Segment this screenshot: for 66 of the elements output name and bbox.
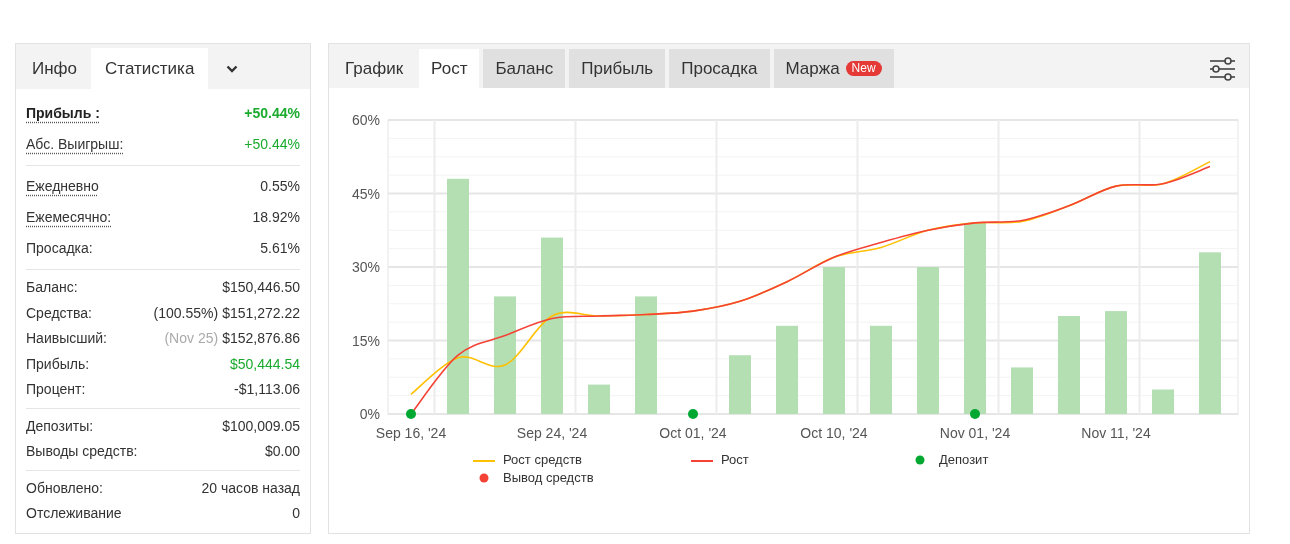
stat-value: 0.55% xyxy=(260,177,300,196)
y-axis-label: 0% xyxy=(359,406,380,422)
tab[interactable]: Маржа New xyxy=(773,49,894,88)
y-axis-label: 30% xyxy=(351,259,380,275)
legend-label: Вывод средств xyxy=(503,469,594,488)
stat-label: Депозиты: xyxy=(26,416,94,436)
x-axis-label: Nov 11, '24 xyxy=(1081,425,1151,441)
stat-value: $0.00 xyxy=(264,442,300,462)
stat-label: Наивысший: xyxy=(26,329,107,349)
stat-value: 18.92% xyxy=(252,208,300,227)
tab[interactable]: График xyxy=(333,49,416,88)
y-axis-label: 15% xyxy=(351,332,380,349)
y-axis-label: 60% xyxy=(351,112,380,128)
bar xyxy=(1152,389,1174,414)
stat-value: -$1,113.06 xyxy=(234,380,300,400)
stat-value: $150,446.50 xyxy=(222,278,300,298)
legend-line-icon xyxy=(691,459,713,462)
tab[interactable]: Просадка xyxy=(669,49,770,88)
stat-label: Абс. Выигрыш: xyxy=(26,135,124,154)
stat-label: Прибыль : xyxy=(26,104,100,123)
stat-label: Средства: xyxy=(26,303,92,323)
tab[interactable]: Инфо xyxy=(18,48,92,89)
legend-dot-icon xyxy=(479,473,489,483)
stat-note: (100.55%) xyxy=(153,303,219,323)
stat-value: 5.61% xyxy=(260,239,300,258)
x-axis-label: Sep 16, '24 xyxy=(375,425,447,441)
stat-label: Просадка: xyxy=(26,239,93,258)
stat-label: Выводы средств: xyxy=(26,442,138,462)
stat-value: $100,009.05 xyxy=(222,416,300,436)
stat-value: $151,272.22 xyxy=(222,303,300,323)
stat-value: 0 xyxy=(292,504,300,524)
new-badge: New xyxy=(845,61,882,76)
stat-label: Отслеживание xyxy=(26,504,122,524)
x-axis-label: Sep 24, '24 xyxy=(516,425,588,441)
stat-label: Обновлено: xyxy=(26,478,103,498)
legend-label: Депозит xyxy=(939,451,989,470)
x-axis-label: Nov 01, '24 xyxy=(939,425,1011,441)
stat-value: +50.44% xyxy=(244,104,300,123)
stat-label: Ежедневно xyxy=(26,177,99,196)
marker-dot xyxy=(970,409,980,419)
stat-label: Процент: xyxy=(26,380,86,400)
legend-label: Рост средств xyxy=(503,451,582,470)
tab[interactable]: Прибыль xyxy=(569,49,666,88)
stat-value: $50,444.54 xyxy=(229,354,300,374)
stat-value: 20 часов назад xyxy=(201,478,300,498)
stat-note: (Nov 25) xyxy=(164,329,219,349)
tab[interactable]: Рост xyxy=(419,49,480,88)
stat-label: Баланс: xyxy=(26,278,78,298)
tab[interactable]: Баланс xyxy=(483,49,566,88)
legend-label: Рост xyxy=(721,451,749,470)
bar xyxy=(588,384,610,414)
marker-dot xyxy=(406,409,416,419)
legend-line-icon xyxy=(473,459,495,462)
stat-value: $152,876.86 xyxy=(222,329,300,349)
legend-dot-icon xyxy=(915,455,925,465)
bar xyxy=(729,355,751,414)
marker-dot xyxy=(688,409,698,419)
stat-label: Прибыль: xyxy=(26,354,90,374)
x-axis-label: Oct 01, '24 xyxy=(659,425,727,441)
settings-sliders-icon[interactable] xyxy=(1209,56,1235,81)
stat-label: Ежемесячно: xyxy=(26,208,112,227)
bar xyxy=(1011,367,1033,414)
tab[interactable]: Статистика xyxy=(91,48,209,89)
y-axis-label: 45% xyxy=(351,185,380,202)
stat-value: +50.44% xyxy=(244,135,300,154)
x-axis-label: Oct 10, '24 xyxy=(800,425,868,441)
